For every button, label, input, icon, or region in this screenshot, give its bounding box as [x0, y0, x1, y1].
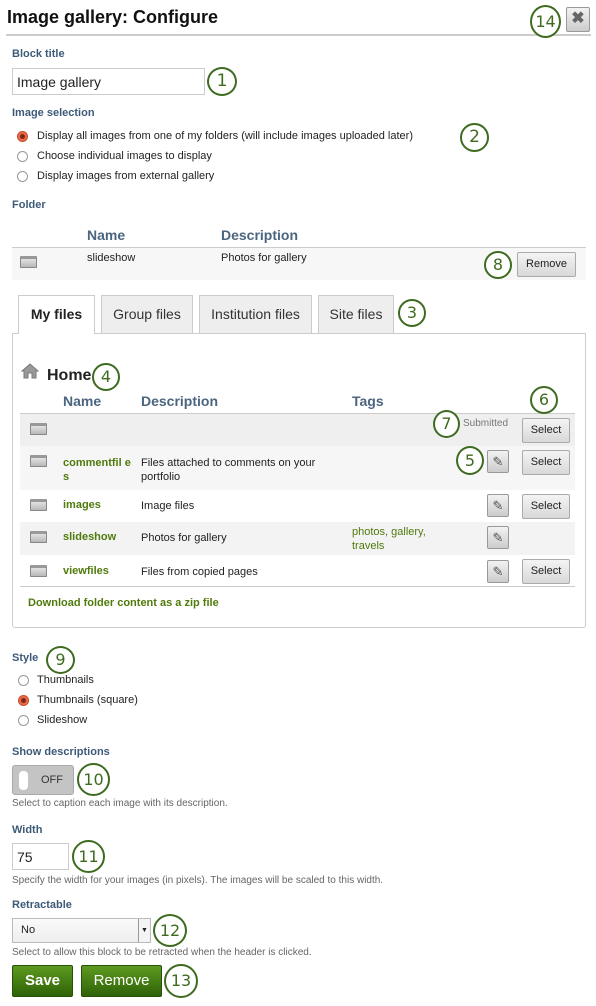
- edit-button[interactable]: ✎: [487, 560, 509, 583]
- submitted-status: Submitted: [463, 418, 509, 429]
- chevron-down-icon: ▼: [138, 919, 150, 942]
- radio-individual-images[interactable]: [17, 151, 28, 162]
- callout-7: 7: [433, 410, 460, 438]
- download-zip-link[interactable]: Download folder content as a zip file: [28, 597, 219, 609]
- folder-tags[interactable]: photos, gallery, travels: [352, 525, 452, 553]
- retractable-label: Retractable: [12, 899, 72, 911]
- retractable-select[interactable]: No ▼: [12, 918, 151, 943]
- show-descriptions-help: Select to caption each image with its de…: [12, 798, 228, 809]
- files-header-name: Name: [63, 393, 102, 409]
- callout-9: 9: [46, 646, 75, 674]
- radio-slideshow-label: Slideshow: [37, 714, 88, 726]
- close-button[interactable]: ✖: [566, 7, 590, 32]
- radio-external-gallery[interactable]: [17, 171, 28, 182]
- callout-11: 11: [72, 840, 105, 873]
- folder-label: Folder: [12, 199, 46, 211]
- folder-header-description: Description: [221, 227, 299, 243]
- callout-14: 14: [530, 5, 561, 38]
- block-title-input[interactable]: [12, 68, 205, 95]
- pencil-icon: ✎: [492, 498, 504, 513]
- remove-block-button[interactable]: Remove: [81, 965, 162, 997]
- radio-thumbnails-label: Thumbnails: [37, 674, 94, 686]
- selected-folder-name: slideshow: [87, 252, 136, 264]
- radio-external-gallery-label: Display images from external gallery: [37, 170, 215, 182]
- callout-2: 2: [460, 123, 489, 152]
- edit-button[interactable]: ✎: [487, 450, 509, 473]
- home-icon: [20, 363, 40, 379]
- callout-13: 13: [164, 964, 198, 998]
- image-selection-label: Image selection: [12, 107, 95, 119]
- active-tab-joint: [19, 333, 94, 335]
- block-title-label: Block title: [12, 48, 65, 60]
- radio-thumbnails-square[interactable]: [18, 695, 29, 706]
- callout-12: 12: [153, 914, 187, 947]
- width-help: Specify the width for your images (in pi…: [12, 875, 384, 886]
- radio-thumbnails-square-label: Thumbnails (square): [37, 694, 138, 706]
- tab-my-files[interactable]: My files: [18, 295, 95, 334]
- edit-button[interactable]: ✎: [487, 526, 509, 549]
- radio-folder-images[interactable]: [17, 131, 28, 142]
- files-header-tags: Tags: [352, 393, 384, 409]
- radio-thumbnails[interactable]: [18, 675, 29, 686]
- tab-institution-files[interactable]: Institution files: [199, 295, 312, 333]
- tab-group-files[interactable]: Group files: [101, 295, 193, 333]
- radio-individual-images-label: Choose individual images to display: [37, 150, 212, 162]
- toggle-state: OFF: [41, 774, 63, 786]
- select-button[interactable]: Select: [522, 418, 570, 443]
- callout-3: 3: [398, 299, 426, 327]
- files-header-description: Description: [141, 393, 219, 409]
- pencil-icon: ✎: [492, 564, 504, 579]
- callout-10: 10: [77, 763, 110, 796]
- close-x-icon: ✖: [571, 10, 585, 27]
- folder-link-slideshow[interactable]: slideshow: [63, 531, 116, 543]
- folder-icon: [30, 499, 47, 511]
- style-label: Style: [12, 652, 39, 664]
- show-descriptions-label: Show descriptions: [12, 746, 110, 758]
- edit-button[interactable]: ✎: [487, 494, 509, 517]
- remove-folder-button[interactable]: Remove: [517, 252, 576, 277]
- callout-6: 6: [530, 386, 558, 414]
- folder-icon: [30, 455, 47, 467]
- select-button[interactable]: Select: [522, 450, 570, 475]
- folder-description: Image files: [141, 500, 195, 512]
- selected-folder-description: Photos for gallery: [221, 252, 307, 264]
- folder-icon: [30, 531, 47, 543]
- page-title: Image gallery: Configure: [7, 7, 219, 27]
- retractable-help: Select to allow this block to be retract…: [12, 947, 312, 958]
- callout-8: 8: [484, 251, 512, 279]
- folder-description: Photos for gallery: [141, 532, 227, 544]
- folder-header-name: Name: [87, 227, 126, 243]
- folder-link-images[interactable]: images: [63, 499, 101, 511]
- tab-site-files[interactable]: Site files: [318, 295, 394, 333]
- retractable-value: No: [21, 924, 36, 936]
- folder-icon: [20, 256, 37, 268]
- radio-slideshow[interactable]: [18, 715, 29, 726]
- folder-link-viewfiles[interactable]: viewfiles: [63, 565, 109, 577]
- show-descriptions-toggle[interactable]: OFF: [12, 765, 74, 795]
- breadcrumb-home[interactable]: Home: [47, 367, 91, 385]
- callout-1: 1: [207, 67, 237, 96]
- title-divider: [6, 34, 591, 36]
- toggle-knob: [19, 771, 28, 790]
- folder-description: Files from copied pages: [141, 566, 258, 578]
- folder-icon: [30, 423, 47, 435]
- folder-description: Files attached to comments on your portf…: [141, 457, 316, 483]
- folder-link-commentfiles[interactable]: commentfil es: [63, 456, 133, 484]
- width-label: Width: [12, 824, 43, 836]
- select-button[interactable]: Select: [522, 559, 570, 584]
- width-input[interactable]: [12, 843, 69, 870]
- select-button[interactable]: Select: [522, 494, 570, 519]
- callout-5: 5: [456, 446, 484, 475]
- callout-4: 4: [92, 363, 120, 391]
- save-button[interactable]: Save: [12, 965, 73, 997]
- folder-icon: [30, 565, 47, 577]
- pencil-icon: ✎: [492, 530, 504, 545]
- radio-folder-images-label: Display all images from one of my folder…: [37, 130, 413, 142]
- pencil-icon: ✎: [492, 454, 504, 469]
